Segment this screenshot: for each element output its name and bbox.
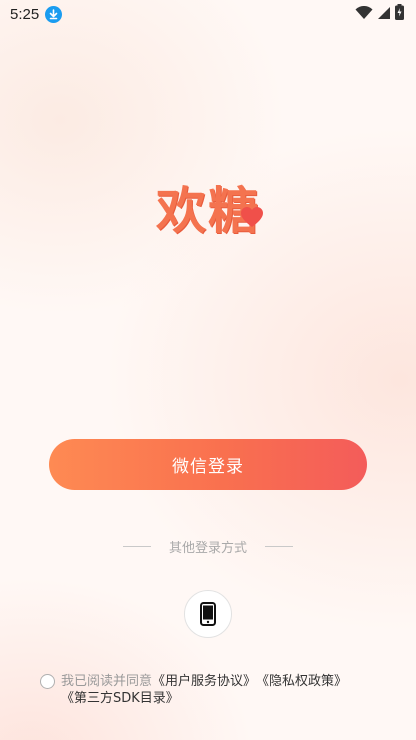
divider-line-right: [265, 545, 293, 547]
download-icon: [45, 5, 63, 23]
other-login-label: 其他登录方式: [168, 540, 247, 556]
app-logo: 欢糖: [0, 172, 416, 242]
status-bar-left: 5:25: [10, 5, 63, 23]
agreement-checkbox[interactable]: [40, 674, 55, 689]
wechat-login-button[interactable]: 微信登录: [49, 439, 367, 490]
status-time: 5:25: [10, 5, 40, 23]
battery-icon: [395, 4, 404, 24]
status-bar: 5:25: [0, 0, 416, 28]
agreement-row: 我已阅读并同意 《用户服务协议》 《隐私权政策》: [40, 673, 380, 690]
status-bar-right: [355, 4, 404, 24]
agreement-row-2: 《第三方SDK目录》: [40, 690, 380, 707]
sdk-list-link[interactable]: 《第三方SDK目录》: [61, 691, 179, 706]
user-agreement-link[interactable]: 《用户服务协议》: [152, 673, 256, 690]
agreement-prefix: 我已阅读并同意: [61, 674, 153, 689]
agreement-section: 我已阅读并同意 《用户服务协议》 《隐私权政策》 《第三方SDK目录》: [40, 673, 380, 707]
wifi-icon: [355, 5, 373, 24]
phone-login-button[interactable]: [184, 590, 232, 638]
divider-line-left: [122, 545, 151, 547]
heart-icon: [241, 207, 263, 227]
other-login-divider: 其他登录方式: [0, 536, 416, 556]
phone-icon: [200, 602, 216, 626]
wechat-login-label: 微信登录: [172, 457, 244, 477]
signal-icon: [377, 5, 391, 24]
privacy-policy-link[interactable]: 《隐私权政策》: [256, 673, 347, 690]
